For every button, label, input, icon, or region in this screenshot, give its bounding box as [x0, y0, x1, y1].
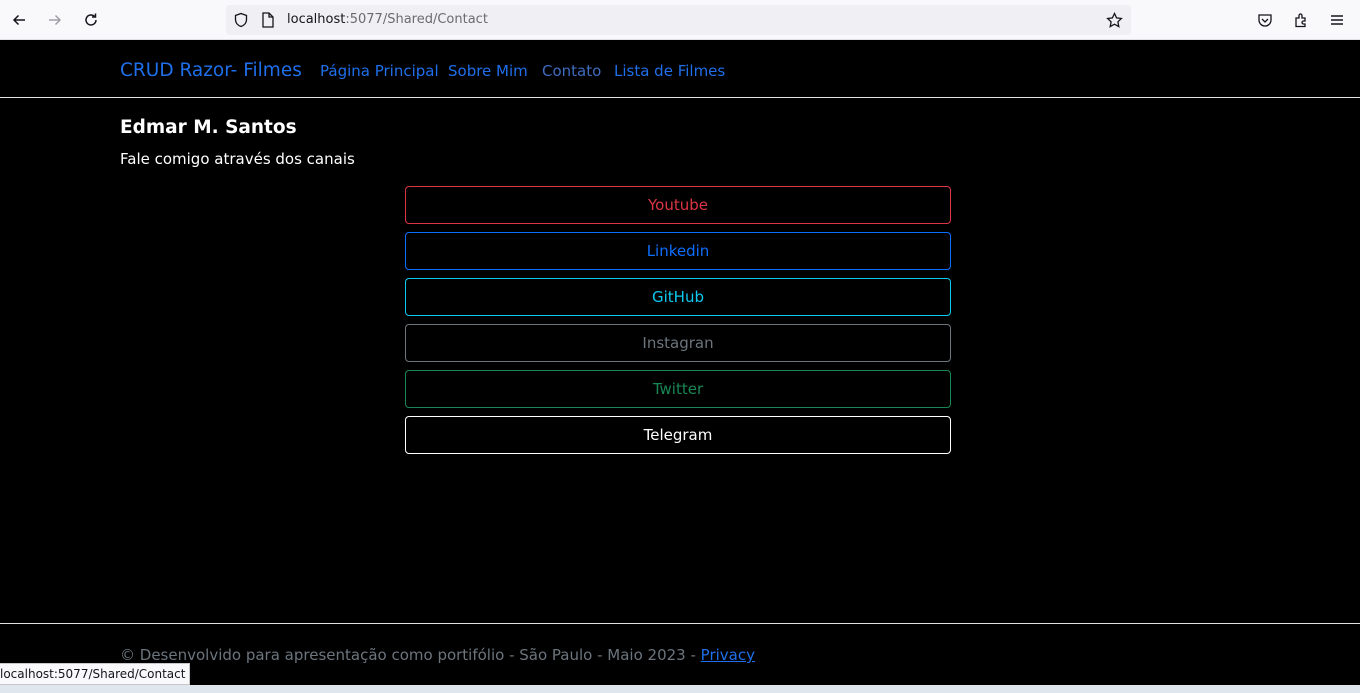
extensions-icon[interactable] [1290, 9, 1312, 31]
site-navbar: CRUD Razor- Filmes Página Principal Sobr… [0, 41, 1360, 98]
linkedin-button[interactable]: Linkedin [405, 232, 951, 270]
status-bar-url: localhost:5077/Shared/Contact [0, 663, 191, 685]
twitter-button[interactable]: Twitter [405, 370, 951, 408]
url-text[interactable]: localhost:5077/Shared/Contact [287, 12, 488, 27]
star-icon[interactable] [1105, 11, 1123, 29]
nav-link-sobre-mim[interactable]: Sobre Mim [448, 62, 528, 80]
nav-link-contato[interactable]: Contato [542, 62, 601, 80]
shield-icon[interactable] [232, 11, 250, 29]
instagram-button[interactable]: Instagran [405, 324, 951, 362]
browser-toolbar: localhost:5077/Shared/Contact [0, 0, 1360, 40]
back-arrow-icon[interactable] [8, 9, 30, 31]
footer: © Desenvolvido para apresentação como po… [120, 646, 755, 664]
footer-divider [0, 623, 1360, 624]
nav-link-pagina-principal[interactable]: Página Principal [320, 62, 439, 80]
telegram-button[interactable]: Telegram [405, 416, 951, 454]
menu-icon[interactable] [1326, 9, 1348, 31]
forward-arrow-icon[interactable] [44, 9, 66, 31]
contact-name: Edmar M. Santos [120, 117, 297, 138]
page-icon[interactable] [259, 11, 277, 29]
footer-text: © Desenvolvido para apresentação como po… [120, 646, 701, 664]
url-path: :5077/Shared/Contact [345, 12, 488, 27]
brand-link[interactable]: CRUD Razor- Filmes [120, 60, 302, 81]
url-bar[interactable]: localhost:5077/Shared/Contact [226, 5, 1131, 35]
pocket-icon[interactable] [1254, 9, 1276, 31]
youtube-button[interactable]: Youtube [405, 186, 951, 224]
github-button[interactable]: GitHub [405, 278, 951, 316]
nav-link-lista-de-filmes[interactable]: Lista de Filmes [614, 62, 725, 80]
reload-icon[interactable] [80, 9, 102, 31]
privacy-link[interactable]: Privacy [701, 646, 755, 664]
os-taskbar [0, 685, 1360, 693]
contact-lead: Fale comigo através dos canais [120, 150, 355, 168]
url-host: localhost [287, 12, 346, 27]
